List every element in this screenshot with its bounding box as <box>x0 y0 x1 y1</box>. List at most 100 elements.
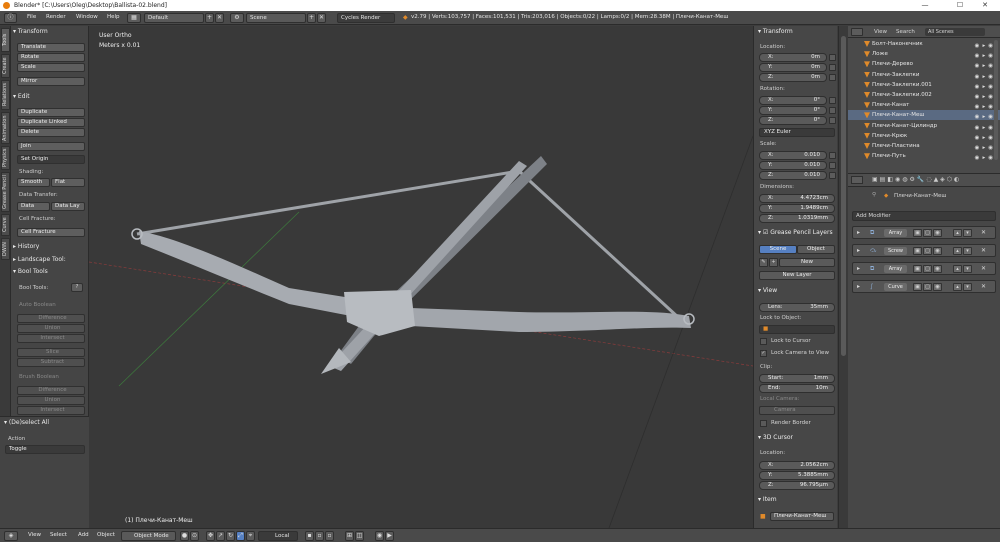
menu-object[interactable]: Object <box>97 532 115 538</box>
dimension-y-field[interactable]: Y: 1.9489cm <box>759 204 835 213</box>
snap-icon[interactable]: ⊞ <box>345 531 354 541</box>
layer-2-icon[interactable]: ▫ <box>315 531 324 541</box>
rotation-z-field[interactable]: Z: 0° <box>759 116 827 125</box>
menu-help[interactable]: Help <box>107 14 120 20</box>
modifier-curve[interactable]: ▸ ∫ Curve ▣ ▢ ◉ ▴ ▾ ✕ <box>852 280 996 293</box>
modifier-screw[interactable]: ▸ ⤼ Screw ▣ ▢ ◉ ▴ ▾ ✕ <box>852 244 996 257</box>
layers-icon[interactable]: ▪ <box>305 531 314 541</box>
move-down-icon[interactable]: ▾ <box>963 283 972 291</box>
snap-element-icon[interactable]: ◫ <box>355 531 364 541</box>
render-icon[interactable]: ◉ <box>933 229 942 237</box>
expand-arrow-icon[interactable]: ▸ <box>857 283 860 290</box>
properties-editor-icon[interactable] <box>851 176 863 184</box>
modifier-name[interactable]: Screw <box>884 247 907 255</box>
mirror-button[interactable]: Mirror <box>17 77 85 86</box>
remove-modifier-icon[interactable]: ✕ <box>981 229 986 236</box>
realtime-icon[interactable]: ▢ <box>923 229 932 237</box>
rotation-x-field[interactable]: X: 0° <box>759 96 827 105</box>
difference-button[interactable]: Difference <box>17 314 85 323</box>
scale-manipulator-icon[interactable]: ⤢ <box>236 531 245 541</box>
screen-layout-icon[interactable]: ▦ <box>127 13 141 23</box>
cursor-x-field[interactable]: X: 2.0562cm <box>759 461 835 470</box>
display-mode-select[interactable]: All Scenes <box>925 28 985 36</box>
screen-layout-field[interactable]: Default <box>144 13 204 23</box>
menu-select[interactable]: Select <box>50 532 67 538</box>
move-down-icon[interactable]: ▾ <box>963 265 972 273</box>
data-layout-button[interactable]: Data Lay <box>51 202 85 211</box>
bool-tools-help-icon[interactable]: ? <box>71 283 83 292</box>
intersect-button-2[interactable]: Intersect <box>17 406 85 415</box>
lock-object-field[interactable]: ■ <box>759 325 835 334</box>
scale-button[interactable]: Scale <box>17 63 85 72</box>
remove-modifier-icon[interactable]: ✕ <box>981 247 986 254</box>
outliner-row[interactable]: Плечи-Заклепки.002 ◉▸◉ <box>848 90 1000 100</box>
lock-rotation-x-icon[interactable] <box>829 97 836 104</box>
3d-viewport[interactable]: User Ortho Meters x 0.01 (1) Плечи-Канат… <box>89 26 753 528</box>
move-up-icon[interactable]: ▴ <box>953 283 962 291</box>
outliner-row[interactable]: Плечи-Дерево ◉▸◉ <box>848 59 1000 69</box>
tab-tools[interactable]: Tools <box>1 28 10 52</box>
add-scene-icon[interactable]: + <box>307 13 316 23</box>
lens-field[interactable]: Lens: 35mm <box>759 303 835 312</box>
render-border-checkbox[interactable] <box>760 420 767 427</box>
location-x-field[interactable]: X: 0m <box>759 53 827 62</box>
item-panel-header[interactable]: ▾ Item <box>758 496 777 503</box>
remove-modifier-icon[interactable]: ✕ <box>981 265 986 272</box>
union-button-2[interactable]: Union <box>17 396 85 405</box>
translate-manipulator-icon[interactable]: ↗ <box>216 531 225 541</box>
properties-scrollbar[interactable] <box>838 26 848 528</box>
edit-mode-icon[interactable]: ▣ <box>913 247 922 255</box>
modifier-name[interactable]: Array <box>884 229 907 237</box>
minimize-button[interactable]: — <box>910 0 940 11</box>
edit-mode-icon[interactable]: ▣ <box>913 283 922 291</box>
outliner-row[interactable]: Плечи-Путь ◉▸◉ <box>848 151 1000 161</box>
shading-solid-icon[interactable]: ● <box>180 531 189 541</box>
set-origin-select[interactable]: Set Origin <box>17 155 85 164</box>
add-data-icon[interactable]: + <box>769 258 778 267</box>
menu-view[interactable]: View <box>28 532 41 538</box>
tab-animation[interactable]: Animation <box>1 112 10 144</box>
lock-cursor-checkbox[interactable] <box>760 338 767 345</box>
view-panel-header[interactable]: ▾ View <box>758 287 777 294</box>
clip-start-field[interactable]: Start: 1mm <box>759 374 835 383</box>
edit-panel-header[interactable]: ▾ Edit <box>13 93 30 100</box>
manipulator-toggle-icon[interactable]: ✥ <box>206 531 215 541</box>
scale-y-field[interactable]: Y: 0.010 <box>759 161 827 170</box>
dimension-z-field[interactable]: Z: 1.0319mm <box>759 214 835 223</box>
edit-mode-icon[interactable]: ▣ <box>913 265 922 273</box>
move-up-icon[interactable]: ▴ <box>953 229 962 237</box>
lock-location-x-icon[interactable] <box>829 54 836 61</box>
scene-field[interactable]: Scene <box>246 13 306 23</box>
transform-orientation-select[interactable]: Local <box>258 531 298 541</box>
rotate-button[interactable]: Rotate <box>17 53 85 62</box>
expand-arrow-icon[interactable]: ▸ <box>857 265 860 272</box>
layer-3-icon[interactable]: ▫ <box>325 531 334 541</box>
smooth-button[interactable]: Smooth <box>17 178 50 187</box>
outliner-search-menu[interactable]: Search <box>896 29 915 35</box>
lock-scale-y-icon[interactable] <box>829 162 836 169</box>
tab-curve[interactable]: Curve <box>1 214 10 236</box>
history-panel-header[interactable]: ▸ History <box>13 243 39 250</box>
modifier-name[interactable]: Array <box>884 265 907 273</box>
menu-render[interactable]: Render <box>46 14 66 20</box>
tab-physics[interactable]: Physics <box>1 146 10 170</box>
outliner-row[interactable]: Плечи-Канат ◉▸◉ <box>848 100 1000 110</box>
grease-pencil-header[interactable]: ▾ ☑ Grease Pencil Layers <box>758 229 833 236</box>
scale-z-field[interactable]: Z: 0.010 <box>759 171 827 180</box>
object-tab-button[interactable]: Object <box>797 245 835 254</box>
lock-camera-checkbox[interactable]: ✓ <box>760 350 767 357</box>
realtime-icon[interactable]: ▢ <box>923 283 932 291</box>
outliner-row[interactable]: Плечи-Крюк ◉▸◉ <box>848 131 1000 141</box>
data-button[interactable]: Data <box>17 202 50 211</box>
outliner-row[interactable]: Плечи-Заклепки.001 ◉▸◉ <box>848 80 1000 90</box>
remove-layout-icon[interactable]: ✕ <box>215 13 224 23</box>
action-select[interactable]: Toggle <box>5 445 85 454</box>
rotation-mode-select[interactable]: XYZ Euler <box>759 128 835 137</box>
lock-rotation-y-icon[interactable] <box>829 107 836 114</box>
render-icon[interactable]: ◉ <box>933 247 942 255</box>
new-layer-button[interactable]: New Layer <box>759 271 835 280</box>
render-engine-select[interactable]: Cycles Render <box>337 13 395 23</box>
mode-select[interactable]: Object Mode <box>121 531 176 541</box>
outliner-row[interactable]: Плечи-Заклепки ◉▸◉ <box>848 70 1000 80</box>
landscape-panel-header[interactable]: ▸ Landscape Tool: <box>13 256 66 263</box>
